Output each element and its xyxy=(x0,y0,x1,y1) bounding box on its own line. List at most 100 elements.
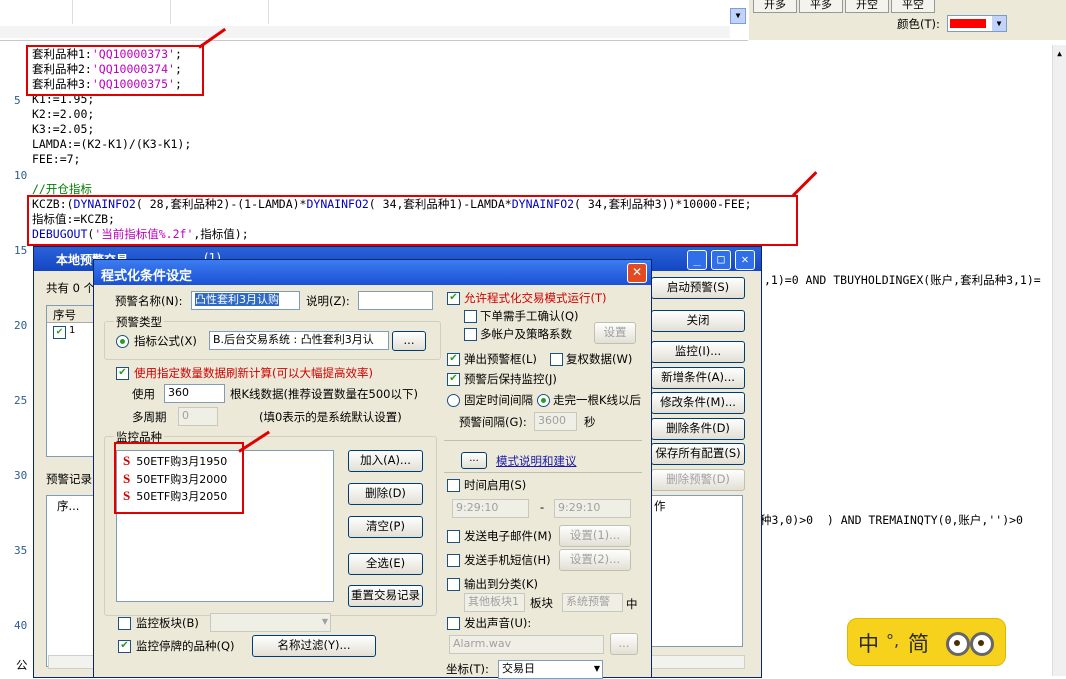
send-sms-checkbox[interactable] xyxy=(447,554,460,567)
period-select[interactable]: 交易日 ▼ xyxy=(498,660,603,679)
send-email-label: 发送电子邮件(M) xyxy=(464,529,552,543)
use-count-input[interactable]: 360 xyxy=(164,384,225,403)
code-token: LAMDA:=(K2-K1)/(K3-K1); xyxy=(32,137,192,151)
use-data-checkbox[interactable]: ✔ xyxy=(116,367,129,380)
alert-interval-input[interactable]: 3600 xyxy=(534,412,577,431)
code-token: FEE:=7; xyxy=(32,152,81,166)
other-block-input[interactable]: 其他板块1 xyxy=(464,593,525,612)
formula-input[interactable]: B.后台交易系统 : 凸性套利3月认 xyxy=(209,331,389,350)
multi-period-input[interactable]: 0 xyxy=(178,407,218,426)
time-to-input[interactable]: 9:29:10 xyxy=(554,499,631,518)
output-category-checkbox[interactable] xyxy=(447,578,460,591)
line-number: 30 xyxy=(14,469,28,482)
line-number: 35 xyxy=(14,544,28,557)
delete-button[interactable]: 删除(D) xyxy=(348,483,423,505)
ime-punct[interactable]: °, xyxy=(886,631,899,650)
add-condition-button[interactable]: 新增条件(A)... xyxy=(651,367,745,389)
scroll-up-button[interactable]: ▲ xyxy=(1053,49,1066,62)
tab-open-short[interactable]: 开空 xyxy=(845,0,889,13)
name-filter-button[interactable]: 名称过滤(Y)... xyxy=(252,635,376,657)
fixed-interval-radio[interactable] xyxy=(447,394,460,407)
code-line-right: 种3,0)>0 ) AND TREMAINQTY(0,账户,'')>0 xyxy=(760,513,1023,527)
separator xyxy=(444,440,642,441)
keep-monitor-label: 预警后保持监控(J) xyxy=(464,372,557,386)
close-icon[interactable]: ✕ xyxy=(627,263,647,283)
name-input[interactable]: 凸性套利3月认购 xyxy=(191,291,300,310)
seconds-label: 秒 xyxy=(584,415,596,429)
add-button[interactable]: 加入(A)... xyxy=(348,450,423,472)
start-alert-button[interactable]: 启动预警(S) xyxy=(651,277,745,299)
popup-alert-label: 弹出预警框(L) xyxy=(464,352,537,366)
clear-button[interactable]: 清空(P) xyxy=(348,516,423,538)
record-list-right[interactable]: 作 xyxy=(651,495,743,647)
close-icon[interactable]: ✕ xyxy=(735,250,755,270)
code-token: K2:=2.00; xyxy=(32,107,95,121)
monitor-button[interactable]: 监控(I)... xyxy=(651,341,745,363)
time-from-input[interactable]: 9:29:10 xyxy=(452,499,529,518)
delete-alert-button[interactable]: 删除预警(D) xyxy=(651,469,745,491)
ime-toolbar[interactable]: 中 °, 简 xyxy=(847,618,1006,666)
allow-prog-checkbox[interactable]: ✔ xyxy=(447,292,460,305)
desc-input[interactable] xyxy=(358,291,433,310)
reset-trade-record-button[interactable]: 重置交易记录 xyxy=(348,585,423,607)
horizontal-scrollbar[interactable] xyxy=(0,26,730,38)
tab-close-long[interactable]: 平多 xyxy=(799,0,843,13)
top-panel: ▼ xyxy=(0,0,748,41)
condition-list[interactable]: 序号 ✔ 1 xyxy=(46,305,96,457)
annotation-box-monitor xyxy=(114,442,244,514)
color-swatch xyxy=(950,19,986,28)
monitor-suspended-checkbox[interactable]: ✔ xyxy=(118,640,131,653)
save-all-config-button[interactable]: 保存所有配置(S) xyxy=(651,443,745,465)
keep-monitor-checkbox[interactable]: ✔ xyxy=(447,373,460,386)
manual-confirm-checkbox[interactable] xyxy=(464,310,477,323)
scroll-down-button[interactable]: ▼ xyxy=(730,8,746,24)
mode-help-link[interactable]: 模式说明和建议 xyxy=(496,453,577,469)
minimize-icon[interactable]: _ xyxy=(687,250,707,270)
row-checkbox[interactable]: ✔ xyxy=(53,326,66,339)
record-list[interactable]: 序... xyxy=(46,495,96,667)
output-category-label: 输出到分类(K) xyxy=(464,577,539,591)
copy-data-label: 复权数据(W) xyxy=(566,352,633,366)
monitor-suspended-label: 监控停牌的品种(Q) xyxy=(136,639,235,653)
maximize-icon[interactable]: □ xyxy=(711,250,731,270)
settings-button[interactable]: 设置 xyxy=(594,322,636,344)
select-all-button[interactable]: 全选(E) xyxy=(348,553,423,575)
ime-mode[interactable]: 简 xyxy=(908,628,929,658)
close-button[interactable]: 关闭 xyxy=(651,310,745,332)
tab-open-long[interactable]: 开多 xyxy=(753,0,797,13)
time-enable-checkbox[interactable] xyxy=(447,479,460,492)
top-grid-line xyxy=(268,0,269,24)
email-settings-button[interactable]: 设置(1)... xyxy=(559,525,631,547)
play-sound-checkbox[interactable] xyxy=(447,617,460,630)
send-email-checkbox[interactable] xyxy=(447,530,460,543)
line-number: 5 xyxy=(14,94,21,107)
after-kline-radio[interactable] xyxy=(537,394,550,407)
monitor-block-checkbox[interactable] xyxy=(118,617,131,630)
after-kline-label: 走完一根K线以后 xyxy=(553,393,642,407)
mode-help-button[interactable]: ... xyxy=(461,452,487,469)
top-grid-line xyxy=(72,0,73,24)
color-select[interactable]: ▼ xyxy=(947,15,1007,32)
bottom-label: 公 xyxy=(16,658,28,672)
multi-period-hint: (填0表示的是系统默认设置) xyxy=(259,410,402,424)
ime-lang[interactable]: 中 xyxy=(858,628,879,658)
tab-close-short[interactable]: 平空 xyxy=(891,0,935,13)
dialog-title: 程式化条件设定 xyxy=(101,269,193,284)
sms-settings-button[interactable]: 设置(2)... xyxy=(559,549,631,571)
formula-browse-button[interactable]: ... xyxy=(392,331,426,351)
edit-condition-button[interactable]: 修改条件(M)... xyxy=(651,392,745,414)
block-label: 板块 xyxy=(530,596,553,610)
copy-data-checkbox[interactable] xyxy=(550,353,563,366)
popup-alert-checkbox[interactable]: ✔ xyxy=(447,353,460,366)
delete-condition-button[interactable]: 删除条件(D) xyxy=(651,418,745,440)
sound-file-input[interactable]: Alarm.wav xyxy=(449,635,604,654)
formula-radio[interactable] xyxy=(116,335,129,348)
editor-vertical-scrollbar[interactable]: ▲ xyxy=(1052,45,1066,676)
dialog-titlebar: 程式化条件设定 ✕ xyxy=(94,260,651,285)
multi-account-checkbox[interactable] xyxy=(464,328,477,341)
sound-browse-button[interactable]: ... xyxy=(610,633,638,655)
time-dash: - xyxy=(540,500,545,514)
formula-label: 指标公式(X) xyxy=(134,334,197,348)
system-alert-input[interactable]: 系统预警 xyxy=(562,593,623,612)
monitor-block-select[interactable]: ▼ xyxy=(210,613,331,632)
